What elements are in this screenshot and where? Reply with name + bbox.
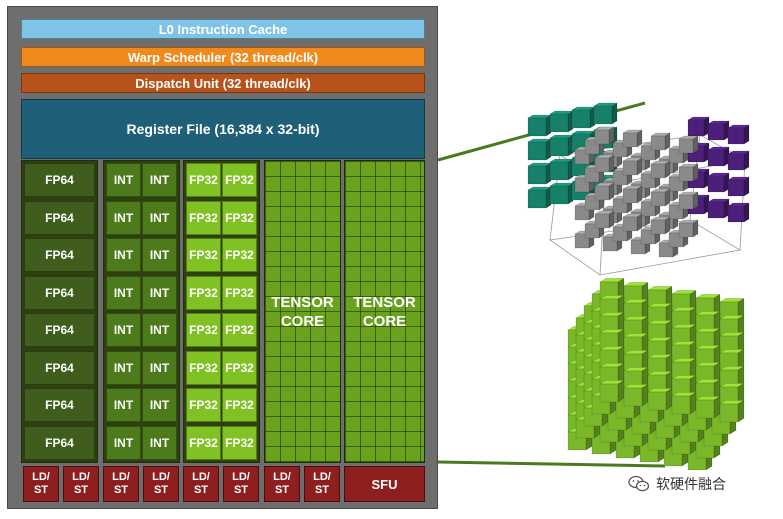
matrix-c-block-front bbox=[678, 138, 694, 154]
result-block-side bbox=[737, 399, 745, 423]
result-block-front bbox=[623, 387, 643, 407]
matrix-c-block-side bbox=[608, 126, 615, 145]
matrix-c-block-side bbox=[636, 185, 643, 204]
matrix-c-block-front bbox=[622, 160, 638, 176]
matrix-a-block-front bbox=[527, 141, 547, 161]
matrix-c-block-front bbox=[650, 135, 666, 151]
matrix-b-block-side bbox=[743, 176, 750, 197]
result-block-side bbox=[617, 379, 625, 403]
matrix-a-block-front bbox=[571, 109, 591, 129]
result-block-front bbox=[671, 395, 691, 415]
matrix-a-block-front bbox=[549, 185, 569, 205]
matrix-a-block-front bbox=[527, 117, 547, 137]
matrix-a-block-front bbox=[593, 105, 613, 125]
matrix-c-block-side bbox=[692, 191, 699, 210]
matrix-a-block-side bbox=[611, 102, 618, 125]
matrix-c-block-front bbox=[678, 194, 694, 210]
matrix-c-block-front bbox=[650, 191, 666, 207]
matrix-c-block-front bbox=[622, 132, 638, 148]
matrix-c-block-front bbox=[594, 157, 610, 173]
matrix-b-block-front bbox=[707, 201, 725, 219]
matrix-c-block-front bbox=[650, 219, 666, 235]
matrix-b-block-front bbox=[707, 175, 725, 193]
matrix-b-block-front bbox=[727, 205, 745, 223]
matrix-b-block-front bbox=[707, 123, 725, 141]
matrix-c-block-front bbox=[594, 185, 610, 201]
matrix-c-block-side bbox=[692, 135, 699, 154]
matrix-c-block-front bbox=[678, 166, 694, 182]
result-block-side bbox=[665, 387, 673, 411]
matrix-a-block-front bbox=[527, 189, 547, 209]
matrix-b-block-front bbox=[727, 127, 745, 145]
matrix-c-block-side bbox=[608, 154, 615, 173]
matrix-b-block-side bbox=[743, 150, 750, 171]
matrix-c-block-side bbox=[608, 182, 615, 201]
matrix-c-block-front bbox=[678, 222, 694, 238]
matrix-a-block-front bbox=[549, 137, 569, 157]
matrix-a-block-front bbox=[527, 165, 547, 185]
result-block-front bbox=[647, 391, 667, 411]
result-block-front bbox=[695, 399, 715, 419]
watermark: 软硬件融合 bbox=[628, 474, 726, 494]
result-block-side bbox=[689, 391, 697, 415]
matrix-c-block-side bbox=[692, 163, 699, 182]
matrix-c-block-side bbox=[636, 129, 643, 148]
matrix-b-block-front bbox=[727, 153, 745, 171]
matrix-c-block-side bbox=[664, 216, 671, 235]
matrix-c-block-front bbox=[622, 188, 638, 204]
matrix-c-block-side bbox=[636, 213, 643, 232]
matrix-c-block-front bbox=[650, 163, 666, 179]
matrix-c-block-side bbox=[636, 157, 643, 176]
matrix-b-block-front bbox=[687, 119, 705, 137]
matrix-a-block-front bbox=[549, 161, 569, 181]
result-block-front bbox=[719, 403, 739, 423]
result-block-side bbox=[713, 395, 721, 419]
matrix-c-block-front bbox=[594, 129, 610, 145]
matrix-a-block-front bbox=[549, 113, 569, 133]
matrix-c-block-side bbox=[664, 132, 671, 151]
matrix-b-block-side bbox=[743, 202, 750, 223]
matrix-b-block-side bbox=[743, 124, 750, 145]
result-block-side bbox=[641, 383, 649, 407]
matrix-c-block-side bbox=[608, 210, 615, 229]
wechat-icon bbox=[628, 475, 650, 492]
matrix-c-block-side bbox=[664, 160, 671, 179]
matrix-c-block-side bbox=[664, 188, 671, 207]
watermark-text: 软硬件融合 bbox=[656, 477, 726, 493]
matrix-c-block-side bbox=[692, 219, 699, 238]
matrix-c-block-front bbox=[622, 216, 638, 232]
tensor-matrix-cube-illustration bbox=[527, 102, 750, 470]
matrix-b-block-front bbox=[727, 179, 745, 197]
result-block-front bbox=[599, 383, 619, 403]
matrix-c-block-front bbox=[594, 213, 610, 229]
matrix-b-block-front bbox=[707, 149, 725, 167]
